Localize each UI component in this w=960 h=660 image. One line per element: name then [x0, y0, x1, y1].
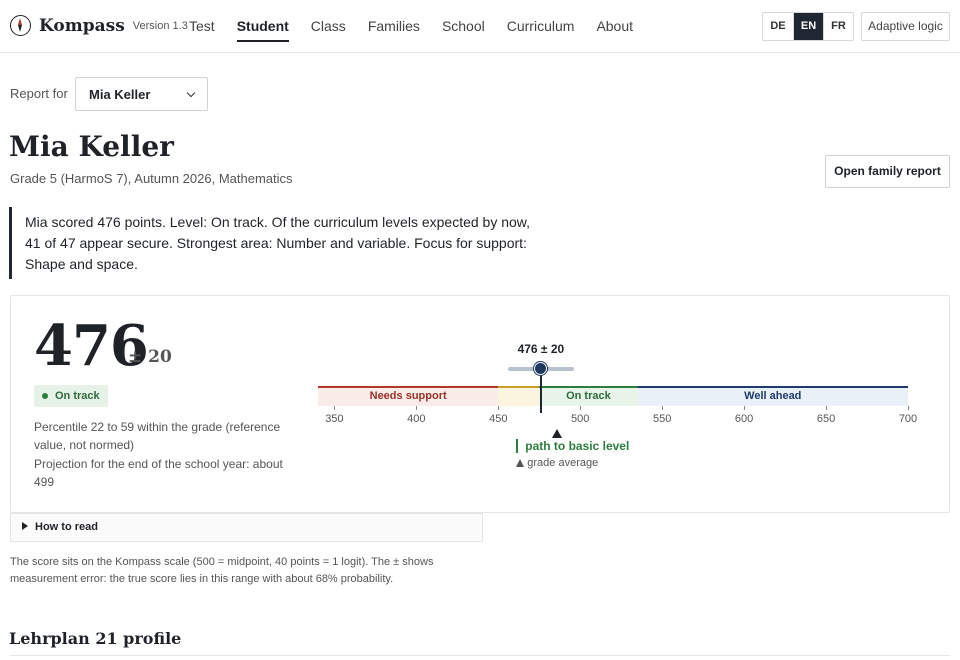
- grade-average-legend: grade average: [516, 457, 598, 469]
- summary-text: Mia scored 476 points. Level: On track. …: [9, 207, 549, 279]
- scale-tick-label: 450: [489, 413, 508, 425]
- basic-path-label: path to basic level: [516, 439, 629, 453]
- open-family-report-button[interactable]: Open family report: [825, 155, 950, 188]
- scale-tick-label: 550: [652, 413, 672, 425]
- scale-tick-label: 650: [816, 413, 836, 425]
- triangle-icon: [516, 459, 525, 467]
- nav-test[interactable]: Test: [189, 18, 215, 42]
- scale-band-label: Well ahead: [744, 390, 802, 402]
- scale-tick-label: 350: [325, 413, 344, 425]
- scale-band-label: Needs support: [369, 390, 447, 402]
- top-bar: Kompass Version 1.3 Test Student Class F…: [0, 0, 960, 53]
- chevron-down-icon: [186, 88, 196, 97]
- score-marker-dot: [534, 362, 548, 375]
- lang-fr-button[interactable]: FR: [823, 13, 853, 40]
- language-switcher: DE EN FR: [762, 12, 854, 41]
- scale-tick: [416, 406, 418, 410]
- scale-tick: [662, 406, 664, 410]
- scale-tick-label: 600: [734, 413, 754, 425]
- score-scale: 476 ± 20 path to basic level grade avera…: [11, 296, 951, 514]
- scale-tick-label: 400: [407, 413, 426, 425]
- scale-tick-label: 500: [571, 413, 590, 425]
- caret-right-icon: [22, 522, 28, 530]
- grade-average-label: grade average: [527, 457, 599, 469]
- lang-de-button[interactable]: DE: [763, 13, 793, 40]
- scale-tick: [498, 406, 500, 410]
- student-select-value: Mia Keller: [89, 86, 151, 102]
- scale-tick: [908, 406, 909, 410]
- app-name: Kompass: [39, 15, 125, 36]
- scale-tick: [826, 406, 828, 410]
- nav-about[interactable]: About: [596, 18, 633, 42]
- student-meta: Grade 5 (HarmoS 7), Autumn 2026, Mathema…: [10, 171, 293, 186]
- page-title: Mia Keller: [9, 130, 174, 163]
- grade-average-marker: [552, 429, 563, 438]
- nav-families[interactable]: Families: [368, 18, 420, 42]
- main-nav: Test Student Class Families School Curri…: [189, 18, 655, 42]
- nav-curriculum[interactable]: Curriculum: [507, 18, 575, 42]
- scale-note: The score sits on the Kompass scale (500…: [10, 556, 434, 585]
- brand[interactable]: Kompass Version 1.3: [10, 15, 188, 36]
- lang-en-button[interactable]: EN: [793, 13, 823, 40]
- score-marker-label: 476 ± 20: [517, 342, 565, 356]
- compass-icon: [10, 15, 31, 36]
- score-card: 476 ± 20 On track Percentile 22 to 59 wi…: [10, 295, 950, 513]
- nav-student[interactable]: Student: [237, 18, 289, 42]
- report-for-label: Report for: [10, 86, 68, 101]
- scale-tick: [334, 406, 336, 410]
- scale-tick: [580, 406, 582, 410]
- scale-tick-label: 700: [898, 413, 918, 425]
- how-to-read-label: How to read: [35, 521, 98, 533]
- scale-band-label: On track: [566, 390, 611, 402]
- app-version: Version 1.3: [132, 19, 188, 32]
- scale-band: [498, 386, 540, 406]
- adaptive-logic-button[interactable]: Adaptive logic: [861, 12, 950, 41]
- section-heading: Lehrplan 21 profile: [9, 629, 182, 648]
- how-to-read-toggle[interactable]: How to read: [10, 513, 483, 542]
- scale-tick: [744, 406, 746, 410]
- section-divider: [10, 655, 950, 656]
- nav-school[interactable]: School: [442, 18, 485, 42]
- nav-class[interactable]: Class: [311, 18, 346, 42]
- student-select[interactable]: Mia Keller: [75, 77, 208, 111]
